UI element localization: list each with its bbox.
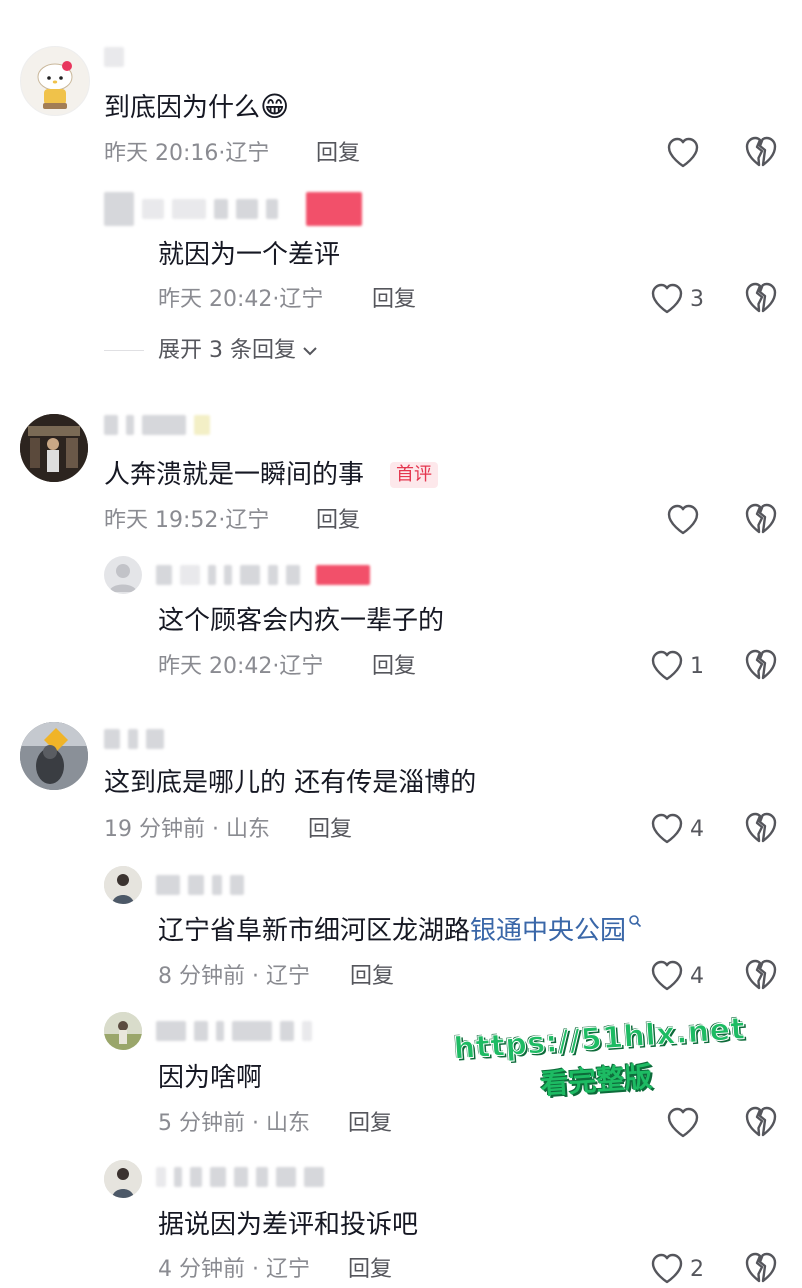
avatar[interactable] xyxy=(104,1012,142,1050)
avatar[interactable] xyxy=(20,722,88,790)
comment-text: 这到底是哪儿的 还有传是淄博的 xyxy=(104,768,477,798)
avatar[interactable] xyxy=(20,414,88,482)
first-comment-badge: 首评 xyxy=(390,462,438,488)
like-count: 2 xyxy=(690,1256,704,1282)
like-button[interactable] xyxy=(666,136,700,170)
watermark: https://51hlx.net 看完整版 xyxy=(452,1011,747,1108)
expand-replies-button[interactable]: 展开 3 条回复 xyxy=(158,337,318,365)
comment-text: 到底因为什么😁 xyxy=(104,90,290,123)
broken-heart-icon xyxy=(745,649,777,680)
broken-heart-icon xyxy=(745,812,777,843)
broken-heart-icon xyxy=(745,1252,777,1283)
like-button[interactable]: 1 xyxy=(650,649,704,683)
comment-meta: 昨天 20:16·辽宁 xyxy=(104,141,270,166)
like-button[interactable]: 3 xyxy=(650,282,704,316)
like-count: 1 xyxy=(690,653,704,679)
dislike-button[interactable] xyxy=(744,1252,778,1286)
broken-heart-icon xyxy=(745,503,777,534)
dislike-button[interactable] xyxy=(744,136,778,170)
reply-meta: 昨天 20:42·辽宁 xyxy=(158,287,324,312)
like-count: 3 xyxy=(690,286,704,312)
grin-emoji: 😁 xyxy=(260,90,290,123)
search-icon[interactable] xyxy=(628,914,642,928)
like-count: 4 xyxy=(690,816,704,842)
heart-outline-icon xyxy=(651,650,683,681)
broken-heart-icon xyxy=(745,1106,777,1137)
reply-text: 辽宁省阜新市细河区龙湖路银通中央公园 xyxy=(158,914,642,948)
username[interactable] xyxy=(156,1166,324,1188)
reply-meta: 8 分钟前 · 辽宁 xyxy=(158,964,311,989)
comment-meta: 昨天 19:52·辽宁 xyxy=(104,508,270,533)
reply-text: 据说因为差评和投诉吧 xyxy=(158,1210,419,1240)
reply-button[interactable]: 回复 xyxy=(372,653,416,681)
dislike-button[interactable] xyxy=(744,282,778,316)
avatar[interactable] xyxy=(104,1160,142,1198)
heart-outline-icon xyxy=(651,1253,683,1284)
avatar[interactable] xyxy=(104,866,142,904)
divider xyxy=(104,350,144,351)
dislike-button[interactable] xyxy=(744,959,778,993)
like-count: 4 xyxy=(690,963,704,989)
comment-text: 人奔溃就是一瞬间的事 xyxy=(104,460,365,490)
dislike-button[interactable] xyxy=(744,649,778,683)
reply-text: 这个顾客会内疚一辈子的 xyxy=(158,606,445,636)
reply-button[interactable]: 回复 xyxy=(348,1110,392,1138)
username[interactable] xyxy=(104,414,210,436)
reply-button[interactable]: 回复 xyxy=(316,507,360,535)
reply-meta: 昨天 20:42·辽宁 xyxy=(158,654,324,679)
like-button[interactable] xyxy=(666,1106,700,1140)
username[interactable] xyxy=(104,46,124,68)
heart-outline-icon xyxy=(667,1107,699,1138)
username[interactable] xyxy=(104,728,164,750)
reply-text: 因为啥啊 xyxy=(158,1063,263,1093)
reply-button[interactable]: 回复 xyxy=(308,816,352,844)
like-button[interactable]: 2 xyxy=(650,1252,704,1286)
reply-button[interactable]: 回复 xyxy=(372,286,416,314)
username[interactable] xyxy=(156,1020,312,1042)
heart-outline-icon xyxy=(667,137,699,168)
username[interactable] xyxy=(156,874,244,896)
like-button[interactable] xyxy=(666,503,700,537)
comment-meta: 19 分钟前 · 山东 xyxy=(104,817,271,842)
chevron-down-icon xyxy=(303,347,317,356)
reply-button[interactable]: 回复 xyxy=(316,140,360,168)
heart-outline-icon xyxy=(651,960,683,991)
reply-button[interactable]: 回复 xyxy=(350,963,394,991)
reply-meta: 5 分钟前 · 山东 xyxy=(158,1111,311,1136)
username[interactable] xyxy=(156,564,370,586)
dislike-button[interactable] xyxy=(744,1106,778,1140)
like-button[interactable]: 4 xyxy=(650,959,704,993)
heart-outline-icon xyxy=(651,283,683,314)
avatar[interactable] xyxy=(20,46,90,116)
broken-heart-icon xyxy=(745,282,777,313)
reply-text: 就因为一个差评 xyxy=(158,240,341,270)
dislike-button[interactable] xyxy=(744,812,778,846)
dislike-button[interactable] xyxy=(744,503,778,537)
avatar[interactable] xyxy=(104,556,142,594)
heart-outline-icon xyxy=(667,504,699,535)
broken-heart-icon xyxy=(745,136,777,167)
location-link[interactable]: 银通中央公园 xyxy=(470,916,626,946)
like-button[interactable]: 4 xyxy=(650,812,704,846)
username[interactable] xyxy=(104,192,362,226)
broken-heart-icon xyxy=(745,959,777,990)
heart-outline-icon xyxy=(651,813,683,844)
